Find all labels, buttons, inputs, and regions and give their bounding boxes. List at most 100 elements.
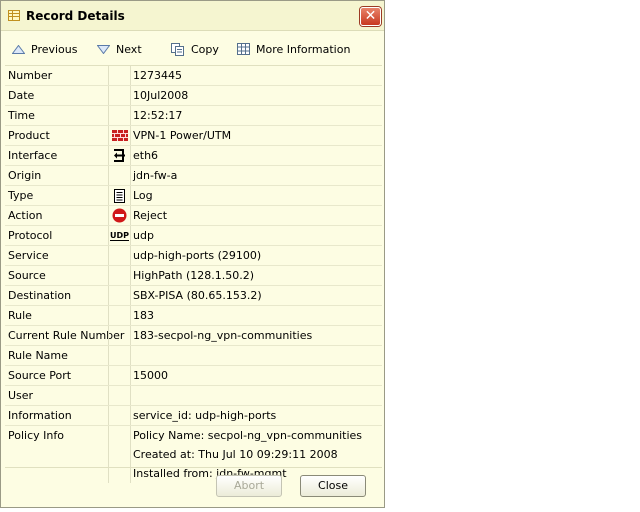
table-row-date: Date 10Jul2008 (5, 86, 382, 106)
row-value: 15000 (133, 369, 168, 382)
policy-created-line: Created at: Thu Jul 10 09:29:11 2008 (133, 448, 338, 461)
row-icon-cell (108, 286, 131, 305)
title-bar: Record Details ✕ (1, 1, 384, 31)
table-icon (8, 10, 20, 21)
row-label: Origin (8, 169, 42, 182)
row-icon-cell (108, 326, 131, 345)
row-label: Rule Name (8, 349, 68, 362)
row-icon-cell (108, 66, 131, 85)
row-icon-cell (108, 386, 131, 405)
table-row-origin: Origin jdn-fw-a (5, 166, 382, 186)
row-icon-cell (108, 246, 131, 265)
table-row-product: Product VPN-1 Power/UTM (5, 126, 382, 146)
row-value: udp (133, 229, 154, 242)
more-information-label: More Information (256, 42, 351, 56)
row-label: Destination (8, 289, 72, 302)
row-label: Interface (8, 149, 58, 162)
close-button[interactable]: Close (300, 475, 366, 497)
table-row-source: Source HighPath (128.1.50.2) (5, 266, 382, 286)
row-icon-cell (108, 206, 131, 225)
row-value: HighPath (128.1.50.2) (133, 269, 255, 282)
next-label: Next (116, 42, 142, 56)
table-row-information: Information service_id: udp-high-ports (5, 406, 382, 426)
row-value: 10Jul2008 (133, 89, 189, 102)
more-information-button[interactable]: More Information (237, 42, 350, 56)
table-row-current-rule-number: Current Rule Number 183-secpol-ng_vpn-co… (5, 326, 382, 346)
row-value: VPN-1 Power/UTM (133, 129, 232, 142)
copy-label: Copy (191, 42, 219, 56)
row-label: Rule (8, 309, 32, 322)
table-row-action: Action Reject (5, 206, 382, 226)
triangle-down-icon (97, 44, 110, 54)
close-icon: ✕ (364, 8, 377, 24)
table-row-interface: Interface eth6 (5, 146, 382, 166)
row-value: 1273445 (133, 69, 182, 82)
copy-button[interactable]: Copy (171, 42, 219, 56)
row-value: Reject (133, 209, 168, 222)
record-details-window: Record Details ✕ Previous Next Copy More… (0, 0, 385, 508)
row-label: Number (8, 69, 53, 82)
row-icon-cell (108, 346, 131, 365)
row-label: Protocol (8, 229, 53, 242)
udp-icon-text: UDP (110, 230, 129, 241)
row-value: service_id: udp-high-ports (133, 409, 277, 422)
row-label: Policy Info (8, 429, 64, 442)
table-row-number: Number 1273445 (5, 66, 382, 86)
previous-button[interactable]: Previous (12, 42, 78, 56)
row-value: 183-secpol-ng_vpn-communities (133, 329, 313, 342)
window-close-button[interactable]: ✕ (360, 7, 381, 26)
row-icon-cell (108, 86, 131, 105)
row-icon-cell (108, 166, 131, 185)
table-row-rule: Rule 183 (5, 306, 382, 326)
policy-name-line: Policy Name: secpol-ng_vpn-communities (133, 429, 363, 442)
row-label: Current Rule Number (8, 329, 125, 342)
row-value: SBX-PISA (80.65.153.2) (133, 289, 262, 302)
table-row-user: User (5, 386, 382, 406)
row-icon-cell (108, 426, 131, 483)
row-label: Date (8, 89, 35, 102)
table-row-type: Type Log (5, 186, 382, 206)
row-icon-cell (108, 406, 131, 425)
row-icon-cell (108, 366, 131, 385)
table-row-source-port: Source Port 15000 (5, 366, 382, 386)
row-icon-cell (108, 266, 131, 285)
toolbar: Previous Next Copy More Information (1, 34, 384, 62)
copy-icon (171, 42, 184, 56)
interface-exit-icon (111, 148, 128, 163)
grid-table-icon (237, 43, 250, 55)
row-icon-cell (108, 306, 131, 325)
row-label: Product (8, 129, 50, 142)
table-row-rule-name: Rule Name (5, 346, 382, 366)
row-value: eth6 (133, 149, 159, 162)
row-value: Log (133, 189, 153, 202)
row-label: Source (8, 269, 46, 282)
window-title: Record Details (26, 9, 125, 23)
table-row-service: Service udp-high-ports (29100) (5, 246, 382, 266)
row-icon-cell (108, 186, 131, 205)
reject-no-entry-icon (111, 208, 128, 223)
record-table: Number 1273445 Date 10Jul2008 Time 12:52… (5, 65, 382, 483)
row-icon-cell (108, 106, 131, 125)
firewall-brick-icon (111, 128, 128, 143)
row-label: Action (8, 209, 43, 222)
table-row-protocol: Protocol UDP udp (5, 226, 382, 246)
udp-icon: UDP (110, 228, 129, 243)
abort-button[interactable]: Abort (216, 475, 282, 497)
row-value: udp-high-ports (29100) (133, 249, 262, 262)
table-row-time: Time 12:52:17 (5, 106, 382, 126)
log-document-icon (111, 188, 128, 203)
row-label: Type (8, 189, 34, 202)
row-icon-cell (108, 126, 131, 145)
row-icon-cell: UDP (108, 226, 131, 245)
previous-label: Previous (31, 42, 78, 56)
triangle-up-icon (12, 44, 25, 54)
row-label: Time (8, 109, 35, 122)
row-icon-cell (108, 146, 131, 165)
row-label: Information (8, 409, 72, 422)
row-value: 12:52:17 (133, 109, 183, 122)
footer-divider (5, 467, 382, 468)
next-button[interactable]: Next (97, 42, 142, 56)
row-label: Service (8, 249, 49, 262)
row-label: Source Port (8, 369, 72, 382)
table-row-destination: Destination SBX-PISA (80.65.153.2) (5, 286, 382, 306)
